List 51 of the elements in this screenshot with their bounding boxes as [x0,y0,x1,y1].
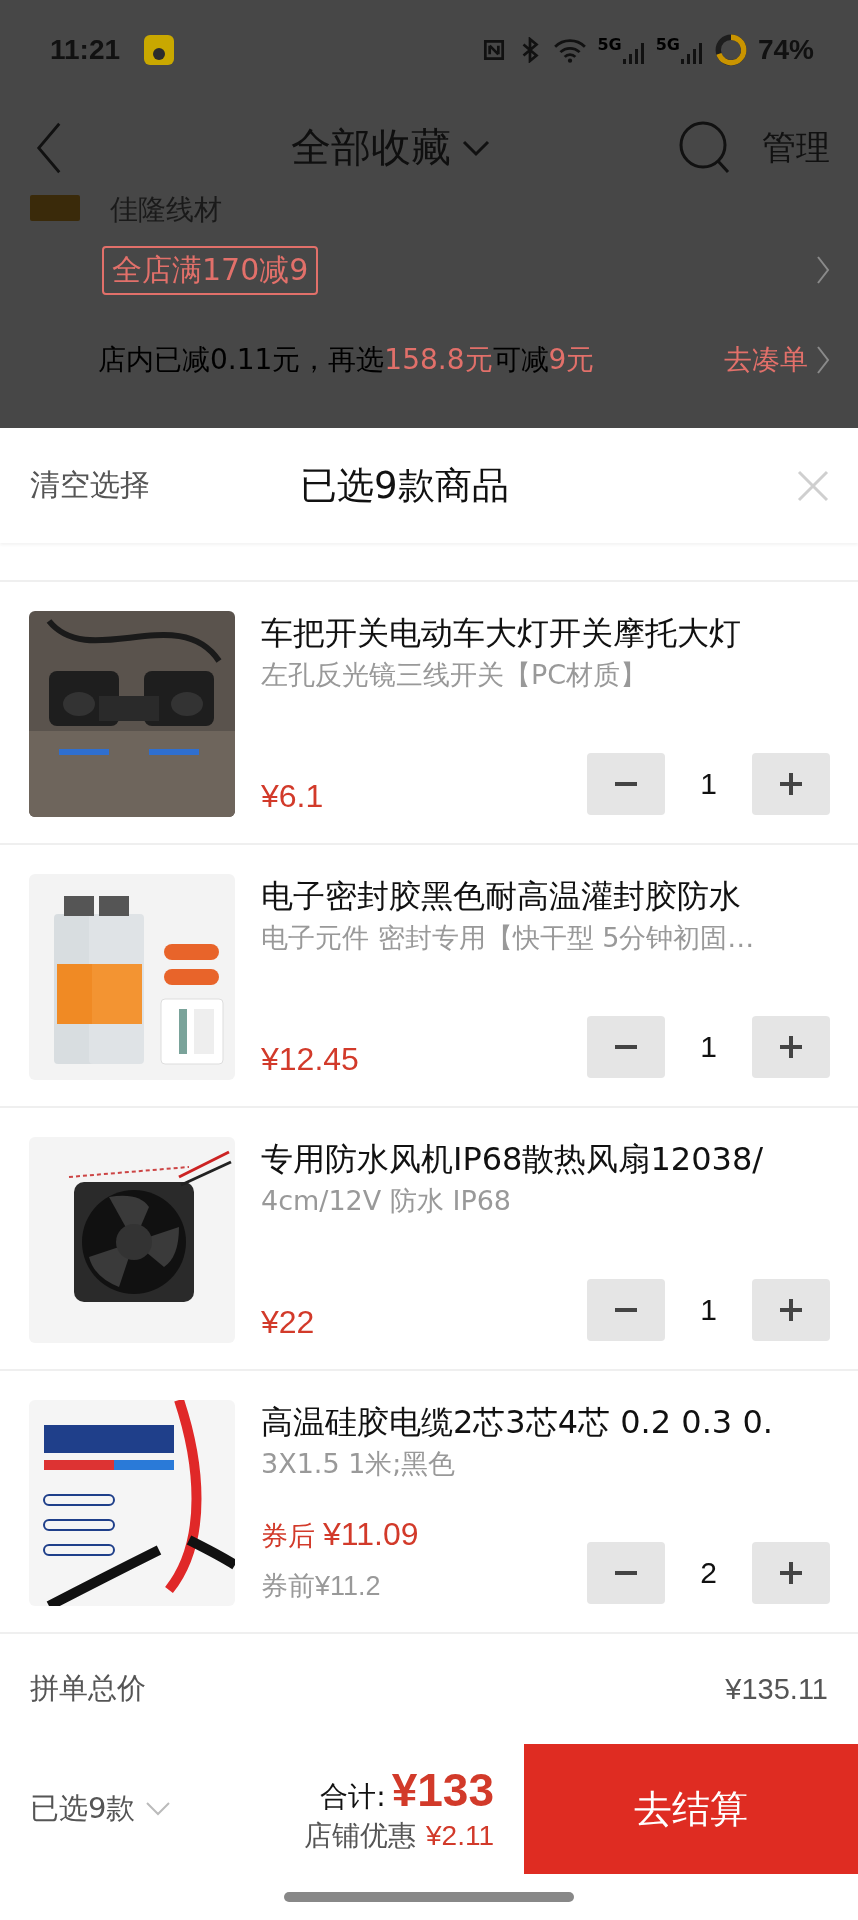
store-logo-icon [30,195,80,221]
quantity-value[interactable]: 2 [665,1556,752,1590]
total-label: 拼单总价 [30,1670,146,1707]
promo-tag: 全店满170减9 [102,245,319,295]
plus-icon [779,1035,803,1059]
plus-icon [779,1298,803,1322]
close-icon[interactable] [796,468,830,503]
chevron-icon[interactable] [816,345,830,375]
pre-coupon-price: 券前¥11.2 [261,1570,382,1603]
minus-icon [615,782,637,786]
wifi-icon [553,37,588,63]
quantity-value[interactable]: 1 [665,1293,752,1327]
minus-icon [615,1308,637,1312]
increase-button[interactable] [752,1542,830,1604]
quantity-value[interactable]: 1 [665,767,752,801]
increase-button[interactable] [752,1279,830,1341]
plus-icon [779,772,803,796]
product-price: ¥6.1 [261,778,324,815]
signal-icon [679,41,704,65]
product-title[interactable]: 电子密封胶黑色耐高温灌封胶防水 [261,874,830,918]
product-title[interactable]: 专用防水风机IP68散热风扇12038/ [261,1137,830,1181]
increase-button[interactable] [752,753,830,815]
product-title[interactable]: 高温硅胶电缆2芯3芯4芯 0.2 0.3 0. [261,1400,830,1444]
caret-icon[interactable] [145,1801,172,1817]
plus-icon [779,1561,803,1585]
product-price: ¥22 [261,1304,315,1341]
app-icon [144,35,175,65]
discount-notice: 店内已减0.11元，再选158.8元可减9元 [98,342,596,378]
discount-value: ¥2.11 [426,1820,494,1852]
quantity-value[interactable]: 1 [665,1030,752,1064]
discount-label: 店铺优惠 [304,1818,416,1854]
product-price: ¥12.45 [261,1041,359,1078]
increase-button[interactable] [752,1016,830,1078]
minus-icon [615,1045,637,1049]
network-label: 5G [655,35,680,54]
chevron-icon[interactable] [816,255,830,285]
sum-label: 合计: [320,1779,386,1815]
clear-selection-button[interactable]: 清空选择 [30,465,150,506]
total-value: ¥135.11 [725,1672,828,1706]
battery-icon [713,33,748,67]
product-price: ¥11.09 [323,1516,419,1553]
price-label: 券后 [261,1519,315,1553]
search-icon[interactable] [678,119,732,176]
signal-icon [621,41,646,65]
checkout-button[interactable]: 去结算 [524,1744,858,1874]
selected-count[interactable]: 已选9款 [30,1789,136,1829]
minus-icon [615,1571,637,1575]
product-title[interactable]: 车把开关电动车大灯开关摩托大灯 [261,611,830,655]
sheet-title: 已选9款商品 [300,462,510,509]
network-label: 5G [597,35,622,54]
sum-value: ¥133 [391,1763,494,1817]
